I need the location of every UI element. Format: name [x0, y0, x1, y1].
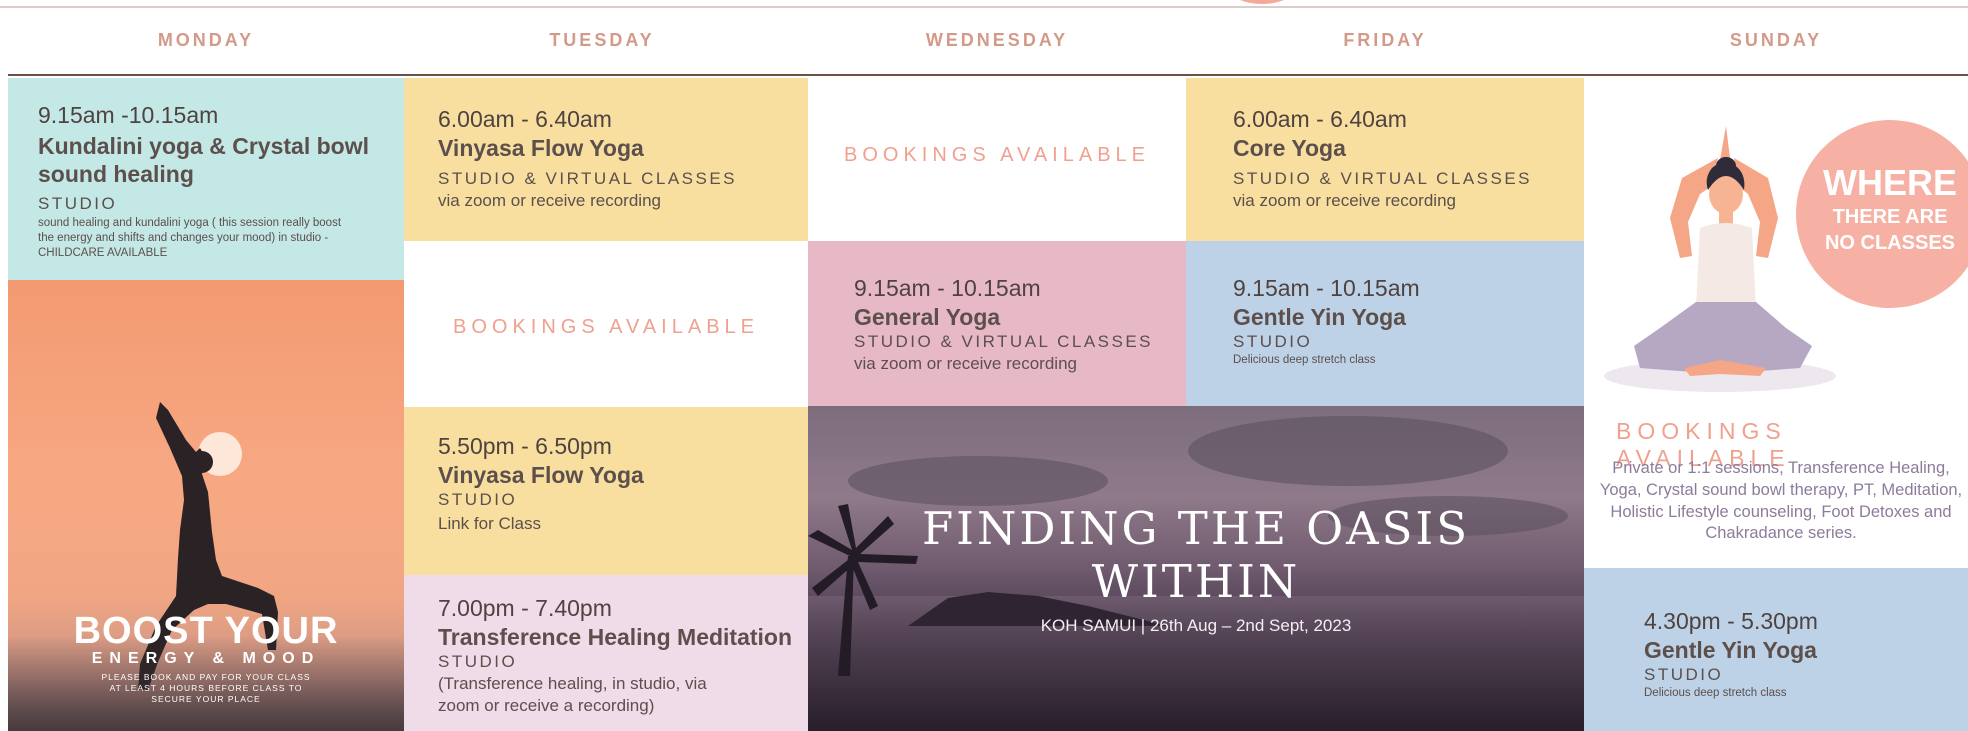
- class-mode: STUDIO: [438, 652, 518, 672]
- class-link[interactable]: Link for Class: [438, 513, 798, 535]
- top-decoration-shape: [1230, 0, 1294, 4]
- wednesday-class-card[interactable]: 9.15am - 10.15am General Yoga STUDIO & V…: [808, 241, 1186, 406]
- boost-poster: BOOST YOUR ENERGY & MOOD PLEASE BOOK AND…: [8, 280, 404, 731]
- oasis-title-line-1: FINDING THE OASIS: [921, 502, 1471, 555]
- day-header-sunday: SUNDAY: [1729, 30, 1823, 50]
- class-time: 9.15am -10.15am: [38, 102, 219, 128]
- badge-title: WHERE: [1823, 162, 1957, 203]
- sunday-class-card[interactable]: 4.30pm - 5.30pm Gentle Yin Yoga STUDIO D…: [1584, 568, 1968, 731]
- poster-note: PLEASE BOOK AND PAY FOR YOUR CLASS AT LE…: [101, 672, 311, 705]
- booking-label: BOOKINGS AVAILABLE: [452, 316, 759, 338]
- top-divider: [0, 6, 1968, 8]
- poster-subhead: ENERGY & MOOD: [91, 650, 321, 667]
- friday-class-card-1[interactable]: 6.00am - 6.40am Core Yoga STUDIO & VIRTU…: [1186, 78, 1584, 241]
- day-header-tuesday: TUESDAY: [549, 30, 655, 50]
- tuesday-class-card-3[interactable]: 7.00pm - 7.40pm Transference Healing Med…: [404, 575, 808, 731]
- class-note: via zoom or receive recording: [854, 353, 1077, 373]
- oasis-subtitle: KOH SAMUI | 26th Aug – 2nd Sept, 2023: [1040, 616, 1352, 635]
- header-divider: [8, 74, 1968, 76]
- class-title: Transference Healing Meditation: [438, 623, 793, 650]
- tuesday-class-card-2[interactable]: 5.50pm - 6.50pm Vinyasa Flow Yoga STUDIO…: [404, 407, 808, 575]
- class-note: Delicious deep stretch class: [1233, 353, 1376, 366]
- class-mode: STUDIO & VIRTUAL CLASSES: [854, 332, 1154, 352]
- booking-label: BOOKINGS AVAILABLE: [843, 144, 1150, 166]
- class-title: Gentle Yin Yoga: [1233, 303, 1406, 330]
- class-title: Vinyasa Flow Yoga: [438, 461, 644, 488]
- day-header-wednesday: WEDNESDAY: [925, 30, 1069, 50]
- class-mode: STUDIO: [1644, 665, 1724, 685]
- class-mode: STUDIO: [438, 490, 518, 510]
- class-mode: STUDIO: [1233, 332, 1313, 352]
- class-note: (Transference healing, in studio, via zo…: [438, 673, 707, 715]
- badge-subtitle: THERE ARE NO CLASSES: [1796, 204, 1968, 256]
- class-title: Core Yoga: [1233, 134, 1346, 161]
- badge-line-2: NO CLASSES: [1824, 232, 1956, 254]
- class-mode: STUDIO & VIRTUAL CLASSES: [438, 169, 738, 189]
- friday-class-card-2[interactable]: 9.15am - 10.15am Gentle Yin Yoga STUDIO …: [1186, 241, 1584, 406]
- class-title: Kundalini yoga & Crystal bowl sound heal…: [38, 132, 369, 188]
- tuesday-class-card-1[interactable]: 6.00am - 6.40am Vinyasa Flow Yoga STUDIO…: [404, 78, 808, 241]
- class-note: Delicious deep stretch class: [1644, 686, 1787, 699]
- monday-class-card[interactable]: 9.15am -10.15am Kundalini yoga & Crystal…: [8, 78, 404, 280]
- class-mode: STUDIO: [38, 194, 118, 214]
- class-mode: STUDIO & VIRTUAL CLASSES: [1233, 169, 1533, 189]
- class-note: via zoom or receive recording: [438, 190, 661, 210]
- day-header-monday: MONDAY: [157, 30, 255, 50]
- class-title: General Yoga: [854, 303, 1001, 330]
- oasis-title: FINDING THE OASIS WITHIN: [808, 502, 1584, 608]
- class-time: 7.00pm - 7.40pm: [438, 595, 612, 621]
- badge-line-1: THERE ARE: [1832, 206, 1948, 228]
- oasis-title-line-2: WITHIN: [1091, 555, 1301, 609]
- tuesday-booking-card[interactable]: BOOKINGS AVAILABLE: [404, 241, 808, 407]
- poster-headline: BOOST YOUR: [73, 610, 339, 652]
- class-time: 6.00am - 6.40am: [438, 106, 612, 132]
- oasis-retreat-banner[interactable]: FINDING THE OASIS WITHIN KOH SAMUI | 26t…: [808, 406, 1584, 731]
- class-title: Vinyasa Flow Yoga: [438, 134, 644, 161]
- class-time: 9.15am - 10.15am: [854, 275, 1041, 301]
- class-title: Gentle Yin Yoga: [1644, 636, 1817, 663]
- day-header-friday: FRIDAY: [1343, 30, 1427, 50]
- sunday-services-description: Private or 1:1 sessions, Transference He…: [1599, 459, 1963, 543]
- class-time: 9.15am - 10.15am: [1233, 275, 1420, 301]
- wednesday-booking-card[interactable]: BOOKINGS AVAILABLE: [808, 78, 1186, 241]
- class-time: 4.30pm - 5.30pm: [1644, 608, 1818, 634]
- class-time: 5.50pm - 6.50pm: [438, 433, 612, 459]
- class-time: 6.00am - 6.40am: [1233, 106, 1407, 132]
- class-note: via zoom or receive recording: [1233, 190, 1456, 210]
- class-note: sound healing and kundalini yoga ( this …: [38, 217, 342, 260]
